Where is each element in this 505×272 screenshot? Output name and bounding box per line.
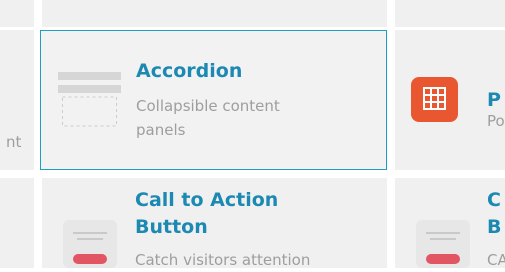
widget-tile-call-to-action[interactable]: Call to Action Button Catch visitors att… (42, 178, 387, 269)
widget-tile-partial-left-bottom[interactable] (0, 178, 34, 268)
top-right-strip (395, 0, 505, 27)
widget-tile-partial-right-top[interactable]: P Po (395, 30, 505, 170)
widget-desc-partial: nt (6, 133, 22, 151)
table-grid-icon (411, 77, 458, 122)
button-icon (63, 220, 117, 268)
widget-desc-partial: Po (487, 112, 505, 130)
widget-tile-accordion[interactable]: Accordion Collapsible content panels (40, 30, 387, 170)
widget-desc-partial: CA (487, 251, 505, 269)
widget-desc-call-to-action: Catch visitors attention (135, 251, 311, 269)
widget-desc-accordion-line2: panels (136, 121, 186, 139)
widget-title-accordion: Accordion (136, 60, 243, 82)
widget-desc-accordion-line1: Collapsible content (136, 97, 280, 115)
widget-title-call-to-action-line1: Call to Action (135, 189, 279, 211)
button-icon (416, 220, 470, 268)
widget-title-partial-line2: B (487, 216, 502, 238)
widget-tile-partial-left[interactable]: nt (0, 30, 34, 170)
accordion-icon (58, 72, 121, 128)
widget-tile-partial-right-bottom[interactable]: C B CA (395, 178, 505, 269)
top-left-strip (0, 0, 34, 27)
widget-title-call-to-action-line2: Button (135, 216, 208, 238)
top-middle-strip (42, 0, 387, 27)
widget-title-partial-line1: C (487, 189, 501, 211)
